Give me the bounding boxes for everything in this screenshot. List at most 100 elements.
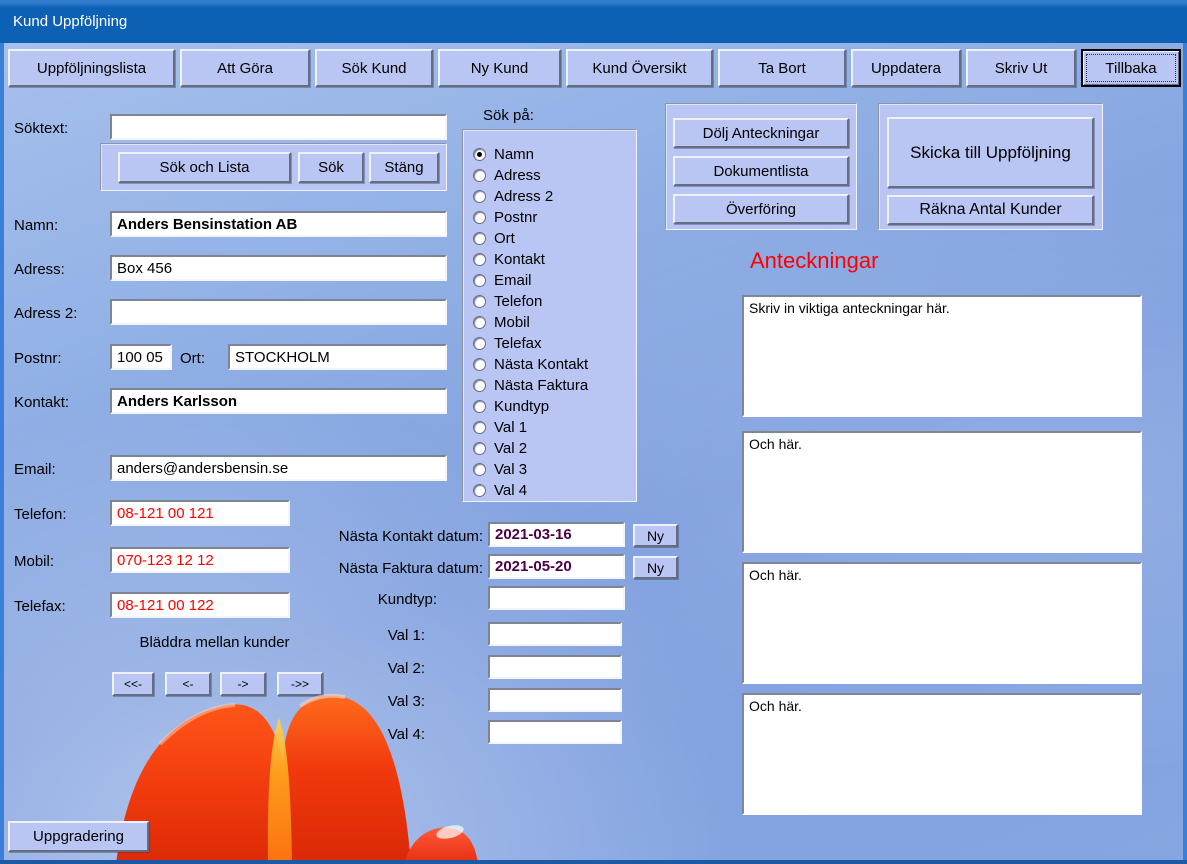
dolj-anteckningar-button[interactable]: Dölj Anteckningar bbox=[673, 118, 849, 148]
toolbar-button-kund-oversikt[interactable]: Kund Översikt bbox=[566, 49, 713, 87]
overforing-button[interactable]: Överföring bbox=[673, 194, 849, 224]
note-textarea-4[interactable]: Och här. bbox=[742, 693, 1142, 815]
radio-label: Adress bbox=[494, 167, 541, 184]
sokpa-option-ort[interactable]: Ort bbox=[473, 228, 636, 249]
note-textarea-2[interactable]: Och här. bbox=[742, 431, 1142, 553]
ny-faktura-datum-button[interactable]: Ny bbox=[633, 556, 678, 579]
sokpa-option-email[interactable]: Email bbox=[473, 270, 636, 291]
val2-input[interactable] bbox=[488, 655, 622, 679]
sokpa-option-nasta-kontakt[interactable]: Nästa Kontakt bbox=[473, 354, 636, 375]
skicka-till-uppfoljning-button[interactable]: Skicka till Uppföljning bbox=[887, 117, 1094, 188]
postnr-input[interactable] bbox=[110, 344, 172, 370]
radio-icon bbox=[473, 337, 486, 350]
kontakt-input[interactable] bbox=[110, 388, 447, 414]
sokpa-option-namn[interactable]: Namn bbox=[473, 144, 636, 165]
nasta-faktura-datum-input[interactable] bbox=[488, 554, 625, 579]
sokpa-option-kontakt[interactable]: Kontakt bbox=[473, 249, 636, 270]
sokpa-option-mobil[interactable]: Mobil bbox=[473, 312, 636, 333]
radio-label: Telefax bbox=[494, 335, 542, 352]
sokpa-option-val3[interactable]: Val 3 bbox=[473, 459, 636, 480]
mobil-input[interactable] bbox=[110, 547, 290, 573]
radio-icon bbox=[473, 484, 486, 497]
stang-button[interactable]: Stäng bbox=[369, 152, 439, 183]
dokumentlista-button[interactable]: Dokumentlista bbox=[673, 156, 849, 186]
toolbar-button-ta-bort[interactable]: Ta Bort bbox=[718, 49, 846, 87]
note-textarea-1[interactable]: Skriv in viktiga anteckningar här. bbox=[742, 295, 1142, 417]
sokpa-option-kundtyp[interactable]: Kundtyp bbox=[473, 396, 636, 417]
radio-label: Postnr bbox=[494, 209, 537, 226]
telefon-label: Telefon: bbox=[14, 506, 67, 523]
nav-first-button[interactable]: <<- bbox=[112, 672, 154, 696]
radio-icon bbox=[473, 169, 486, 182]
toolbar-button-uppfoljningslista[interactable]: Uppföljningslista bbox=[8, 49, 175, 87]
radio-label: Val 4 bbox=[494, 482, 527, 499]
kontakt-label: Kontakt: bbox=[14, 394, 69, 411]
nav-prev-button[interactable]: <- bbox=[165, 672, 211, 696]
adress2-input[interactable] bbox=[110, 299, 447, 325]
sokpa-option-val4[interactable]: Val 4 bbox=[473, 480, 636, 501]
sok-och-lista-button[interactable]: Sök och Lista bbox=[118, 152, 291, 183]
telefax-label: Telefax: bbox=[14, 598, 66, 615]
sokpa-option-postnr[interactable]: Postnr bbox=[473, 207, 636, 228]
soktext-input[interactable] bbox=[110, 114, 447, 140]
radio-icon bbox=[473, 379, 486, 392]
sokpa-option-val2[interactable]: Val 2 bbox=[473, 438, 636, 459]
rakna-antal-kunder-button[interactable]: Räkna Antal Kunder bbox=[887, 195, 1094, 225]
toolbar-button-att-gora[interactable]: Att Göra bbox=[180, 49, 310, 87]
radio-icon bbox=[473, 316, 486, 329]
main-toolbar: Uppföljningslista Att Göra Sök Kund Ny K… bbox=[8, 49, 1181, 87]
soktext-label: Söktext: bbox=[14, 120, 68, 137]
radio-label: Kundtyp bbox=[494, 398, 549, 415]
nasta-kontakt-datum-label: Nästa Kontakt datum: bbox=[300, 528, 483, 545]
radio-label: Email bbox=[494, 272, 532, 289]
radio-icon bbox=[473, 211, 486, 224]
adress2-label: Adress 2: bbox=[14, 305, 77, 322]
ort-input[interactable] bbox=[228, 344, 447, 370]
radio-label: Val 3 bbox=[494, 461, 527, 478]
radio-label: Ort bbox=[494, 230, 515, 247]
val4-input[interactable] bbox=[488, 720, 622, 744]
sokpa-option-adress2[interactable]: Adress 2 bbox=[473, 186, 636, 207]
radio-icon bbox=[473, 274, 486, 287]
app-window: Kund Uppföljning Uppföljningslista Att G… bbox=[0, 0, 1187, 864]
telefon-input[interactable] bbox=[110, 500, 290, 526]
nasta-faktura-datum-label: Nästa Faktura datum: bbox=[300, 560, 483, 577]
sokpa-label: Sök på: bbox=[483, 107, 534, 124]
sokpa-option-telefon[interactable]: Telefon bbox=[473, 291, 636, 312]
radio-icon bbox=[473, 442, 486, 455]
email-label: Email: bbox=[14, 461, 56, 478]
toolbar-button-ny-kund[interactable]: Ny Kund bbox=[438, 49, 561, 87]
sokpa-option-telefax[interactable]: Telefax bbox=[473, 333, 636, 354]
sokpa-option-adress[interactable]: Adress bbox=[473, 165, 636, 186]
email-input[interactable] bbox=[110, 455, 447, 481]
nasta-kontakt-datum-input[interactable] bbox=[488, 522, 625, 547]
toolbar-button-tillbaka[interactable]: Tillbaka bbox=[1081, 49, 1181, 87]
val1-label: Val 1: bbox=[340, 627, 425, 644]
sok-button[interactable]: Sök bbox=[298, 152, 364, 183]
radio-icon bbox=[473, 358, 486, 371]
nav-last-button[interactable]: ->> bbox=[277, 672, 323, 696]
sokpa-option-nasta-faktura[interactable]: Nästa Faktura bbox=[473, 375, 636, 396]
notes-actions-panel: Dölj Anteckningar Dokumentlista Överföri… bbox=[665, 103, 857, 230]
toolbar-button-skriv-ut[interactable]: Skriv Ut bbox=[966, 49, 1076, 87]
namn-input[interactable] bbox=[110, 211, 447, 237]
toolbar-button-sok-kund[interactable]: Sök Kund bbox=[315, 49, 433, 87]
window-title: Kund Uppföljning bbox=[13, 13, 127, 30]
radio-label: Adress 2 bbox=[494, 188, 553, 205]
radio-label: Val 2 bbox=[494, 440, 527, 457]
uppgradering-button[interactable]: Uppgradering bbox=[8, 821, 149, 852]
toolbar-button-uppdatera[interactable]: Uppdatera bbox=[851, 49, 961, 87]
adress-input[interactable] bbox=[110, 255, 447, 281]
kundtyp-input[interactable] bbox=[488, 586, 625, 610]
bladdra-label: Bläddra mellan kunder bbox=[122, 634, 307, 651]
radio-icon bbox=[473, 253, 486, 266]
val1-input[interactable] bbox=[488, 622, 622, 646]
sokpa-option-val1[interactable]: Val 1 bbox=[473, 417, 636, 438]
note-textarea-3[interactable]: Och här. bbox=[742, 562, 1142, 684]
ny-kontakt-datum-button[interactable]: Ny bbox=[633, 524, 678, 547]
radio-icon bbox=[473, 232, 486, 245]
radio-label: Mobil bbox=[494, 314, 530, 331]
telefax-input[interactable] bbox=[110, 592, 290, 618]
val3-input[interactable] bbox=[488, 688, 622, 712]
nav-next-button[interactable]: -> bbox=[220, 672, 266, 696]
